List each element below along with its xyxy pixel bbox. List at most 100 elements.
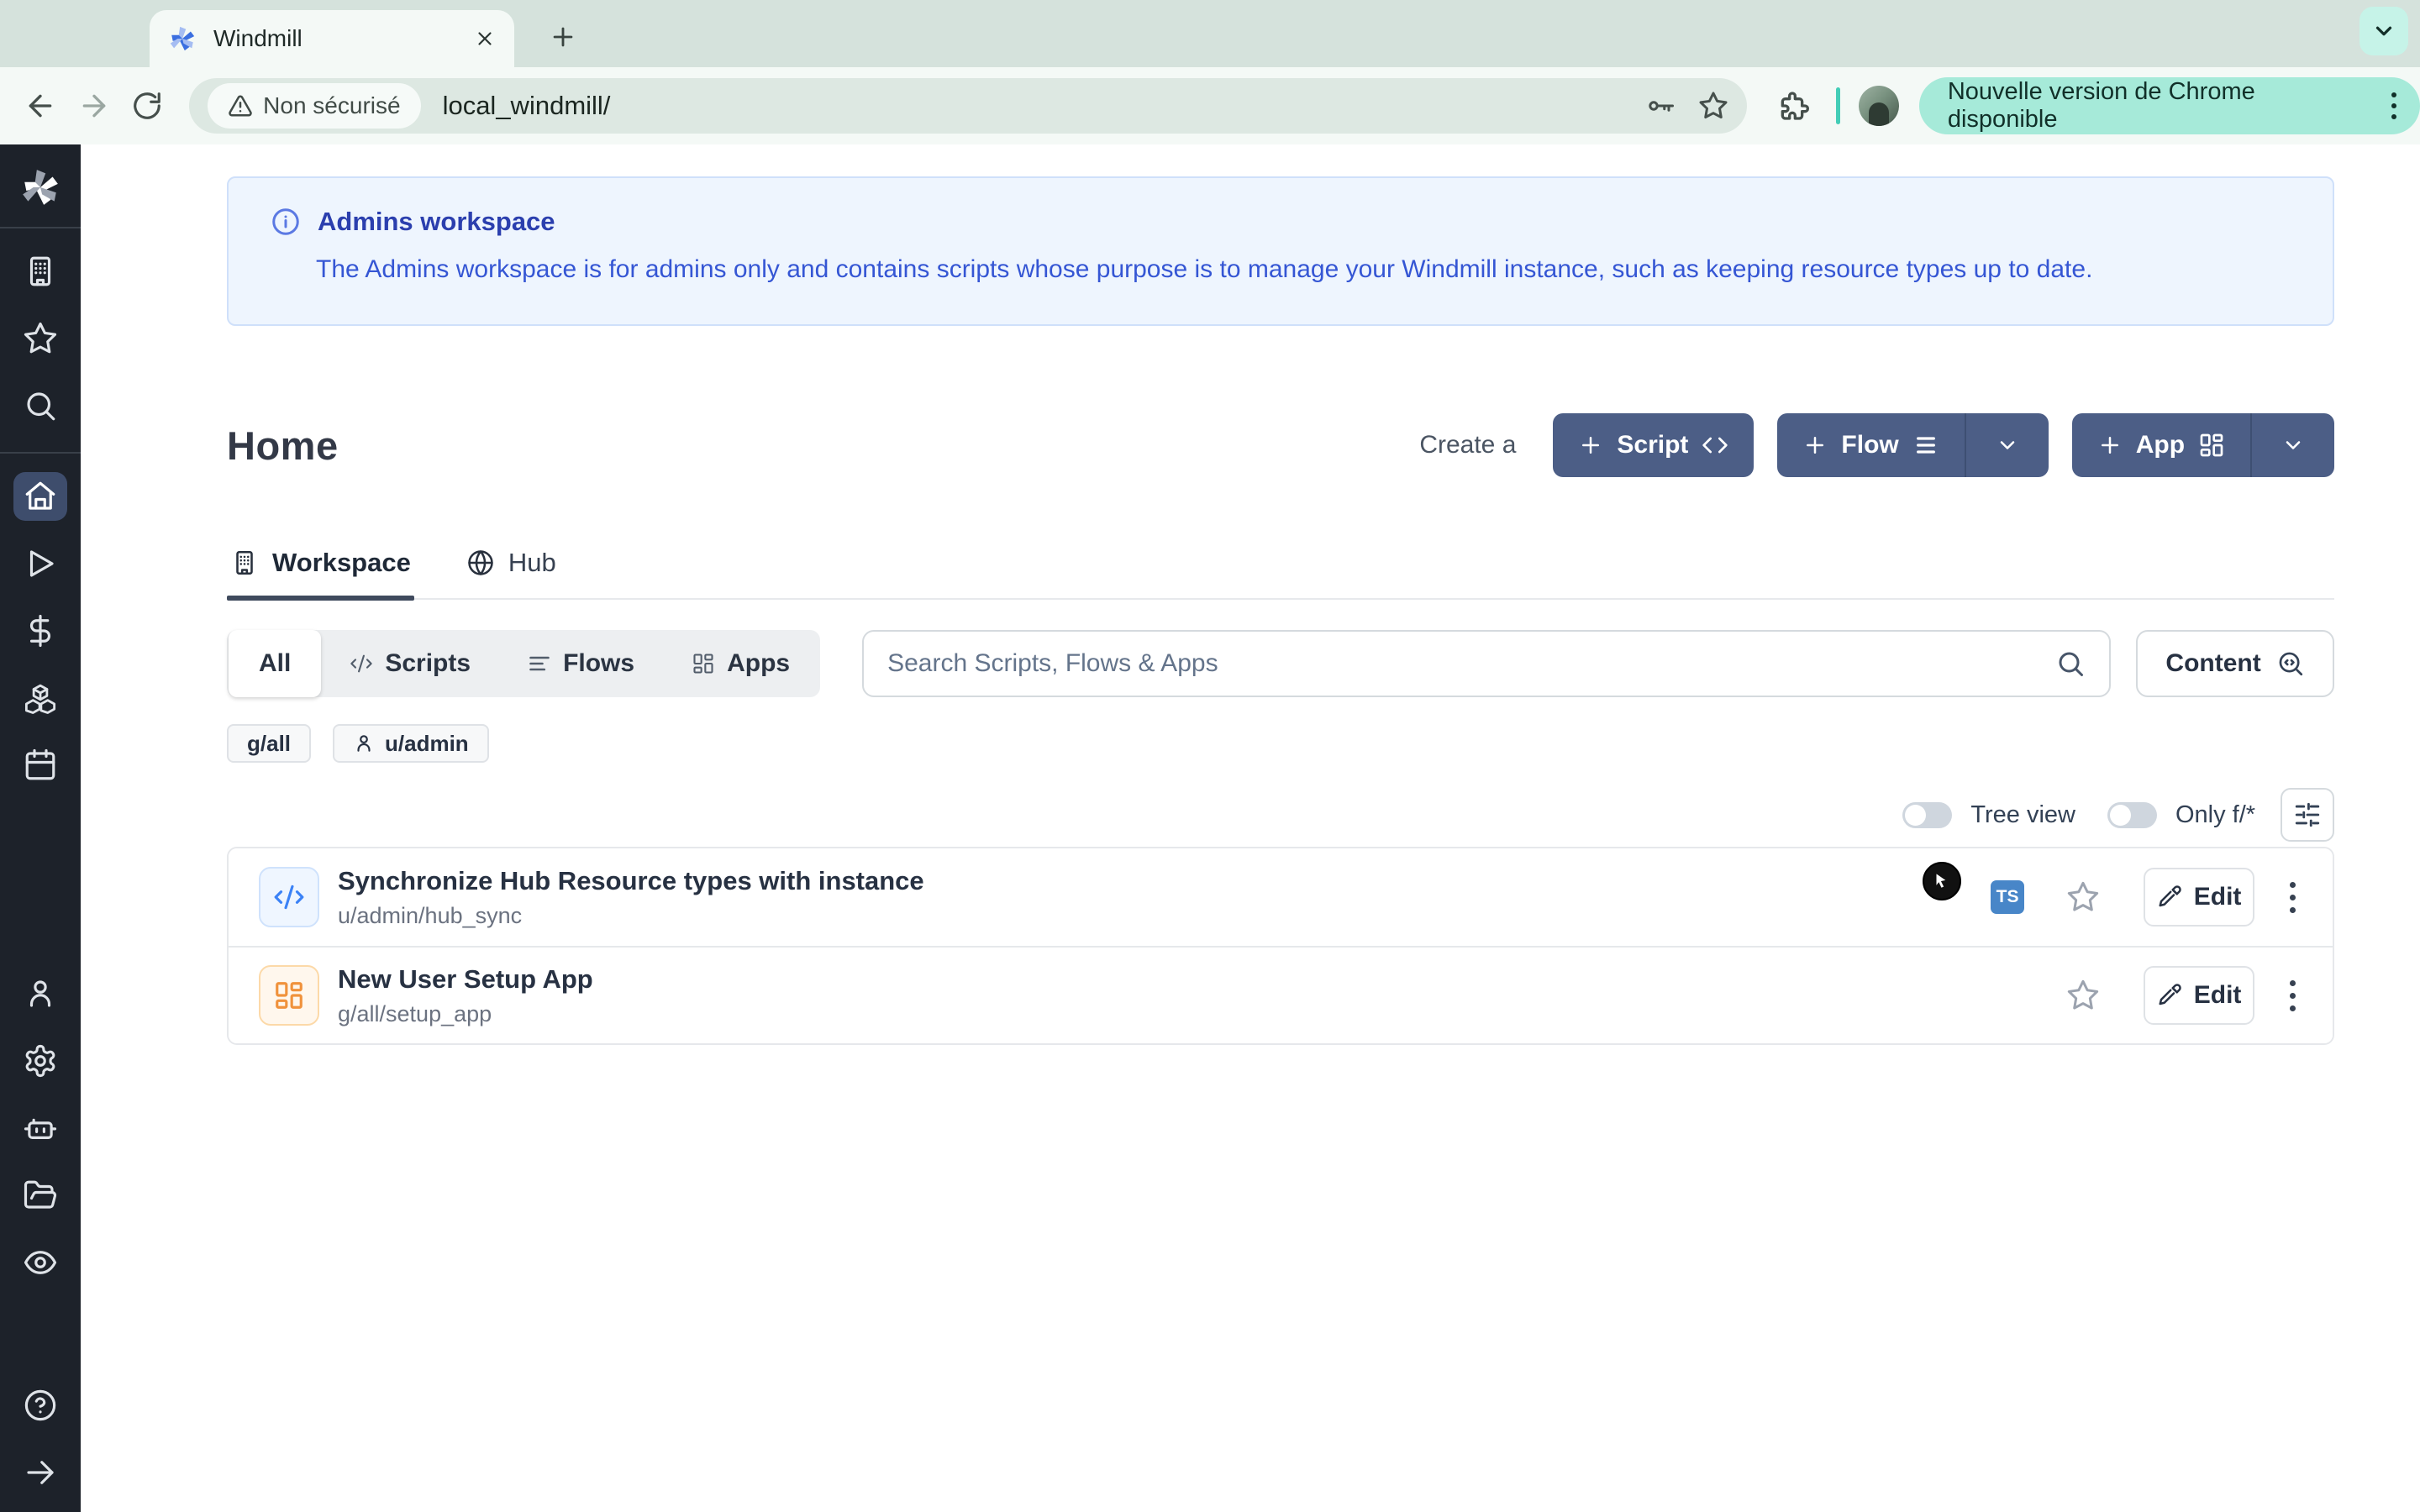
code-icon <box>350 652 373 675</box>
code-icon <box>1702 432 1728 459</box>
sidebar-item-search[interactable] <box>13 381 67 430</box>
favorite-star-icon[interactable] <box>2066 979 2100 1012</box>
display-options-button[interactable] <box>2281 788 2334 842</box>
chrome-update-button[interactable]: Nouvelle version de Chrome disponible <box>1919 77 2420 134</box>
filter-apps-label: Apps <box>727 649 790 678</box>
owner-chip-gall[interactable]: g/all <box>227 724 311 763</box>
edit-button[interactable]: Edit <box>2144 868 2254 927</box>
item-title[interactable]: New User Setup App <box>338 964 593 995</box>
tab-close-icon[interactable] <box>474 28 496 50</box>
create-app-dropdown[interactable] <box>2250 413 2334 477</box>
browser-tab[interactable]: Windmill <box>150 10 514 67</box>
sidebar-item-audit[interactable] <box>13 1238 67 1287</box>
app-grid-icon <box>692 652 715 675</box>
user-icon <box>353 732 375 754</box>
filter-all[interactable]: All <box>229 630 321 697</box>
sidebar-item-help[interactable] <box>13 1381 67 1430</box>
reload-icon[interactable] <box>120 79 174 133</box>
warning-icon <box>228 93 253 118</box>
owner-chip-uadmin[interactable]: u/admin <box>333 724 489 763</box>
sidebar-item-folders[interactable] <box>13 1171 67 1220</box>
item-title[interactable]: Synchronize Hub Resource types with inst… <box>338 866 924 896</box>
sidebar-item-settings[interactable] <box>13 1037 67 1085</box>
content-button-label: Content <box>2165 649 2260 678</box>
profile-avatar[interactable] <box>1859 86 1899 126</box>
search-icon <box>23 388 58 423</box>
sidebar-item-runs[interactable] <box>13 539 67 588</box>
back-icon[interactable] <box>13 79 67 133</box>
tab-workspace[interactable]: Workspace <box>227 536 414 598</box>
search-box[interactable] <box>862 630 2111 697</box>
sidebar-divider <box>0 227 81 228</box>
filter-flows[interactable]: Flows <box>499 630 663 697</box>
sidebar-item-workers[interactable] <box>13 1104 67 1152</box>
admins-workspace-banner: Admins workspace The Admins workspace is… <box>227 176 2334 326</box>
tab-workspace-label: Workspace <box>272 548 411 578</box>
home-icon <box>23 479 58 514</box>
more-options-icon[interactable] <box>2283 974 2302 1018</box>
mouse-cursor <box>1923 862 1961 900</box>
windmill-logo[interactable] <box>19 166 61 208</box>
create-flow-button[interactable]: Flow <box>1777 413 2048 477</box>
settings-gear-icon <box>23 1043 58 1079</box>
favorite-star-icon[interactable] <box>2066 880 2100 914</box>
chrome-menu-icon[interactable] <box>2386 87 2402 124</box>
app-grid-icon <box>2198 432 2225 459</box>
search-icon[interactable] <box>2055 648 2086 679</box>
security-chip-label: Non sécurisé <box>263 92 400 119</box>
bookmark-star-icon[interactable] <box>1698 91 1728 121</box>
app-sidebar <box>0 144 81 1512</box>
sidebar-item-expand[interactable] <box>13 1448 67 1497</box>
address-bar[interactable]: Non sécurisé local_windmill/ <box>189 78 1747 134</box>
globe-icon <box>466 549 495 577</box>
create-script-button[interactable]: Script <box>1553 413 1754 477</box>
help-icon <box>23 1388 58 1423</box>
list-item[interactable]: New User Setup App g/all/setup_app Edit <box>229 946 2333 1043</box>
more-options-icon[interactable] <box>2283 875 2302 920</box>
create-app-label: App <box>2136 431 2185 459</box>
forward-icon[interactable] <box>67 79 121 133</box>
type-filter-segmented: All Scripts Flows <box>227 630 820 697</box>
owner-chip-uadmin-label: u/admin <box>385 731 469 757</box>
only-f-toggle[interactable] <box>2107 802 2157 828</box>
banner-title: Admins workspace <box>318 207 555 237</box>
workspace-building-icon <box>23 254 58 289</box>
sidebar-item-home[interactable] <box>13 472 67 521</box>
window-chevron-button[interactable] <box>2360 7 2408 55</box>
tab-hub[interactable]: Hub <box>463 536 560 598</box>
expand-arrow-icon <box>23 1455 58 1490</box>
flow-list-icon <box>528 652 551 675</box>
extensions-puzzle-icon[interactable] <box>1776 89 1809 123</box>
edit-button[interactable]: Edit <box>2144 966 2254 1025</box>
only-f-label: Only f/* <box>2175 801 2255 829</box>
tab-hub-label: Hub <box>508 548 556 578</box>
page-title: Home <box>227 423 339 469</box>
url-text[interactable]: local_windmill/ <box>443 91 1625 121</box>
filter-apps[interactable]: Apps <box>663 630 818 697</box>
favorites-star-icon <box>23 321 58 356</box>
security-chip[interactable]: Non sécurisé <box>208 83 420 129</box>
sidebar-item-variables[interactable] <box>13 606 67 655</box>
tree-view-toggle[interactable] <box>1902 802 1952 828</box>
create-a-label: Create a <box>1419 431 1516 459</box>
audit-eye-icon <box>23 1245 58 1280</box>
key-icon[interactable] <box>1646 91 1676 121</box>
sidebar-item-users[interactable] <box>13 969 67 1018</box>
create-flow-dropdown[interactable] <box>1965 413 2049 477</box>
sidebar-item-schedules[interactable] <box>13 741 67 790</box>
sidebar-item-workspace[interactable] <box>13 247 67 296</box>
owner-chip-gall-label: g/all <box>247 731 291 757</box>
content-search-button[interactable]: Content <box>2136 630 2334 697</box>
tree-view-label: Tree view <box>1970 801 2075 829</box>
item-path: g/all/setup_app <box>338 1001 593 1027</box>
edit-button-label: Edit <box>2194 981 2242 1010</box>
list-item[interactable]: Synchronize Hub Resource types with inst… <box>229 848 2333 946</box>
pinned-extension-separator <box>1836 87 1840 124</box>
schedules-calendar-icon <box>23 748 58 783</box>
search-input[interactable] <box>887 649 2055 678</box>
create-app-button[interactable]: App <box>2072 413 2334 477</box>
new-tab-button[interactable] <box>544 18 581 55</box>
sidebar-item-resources[interactable] <box>13 674 67 722</box>
filter-scripts[interactable]: Scripts <box>321 630 499 697</box>
sidebar-item-favorites[interactable] <box>13 314 67 363</box>
